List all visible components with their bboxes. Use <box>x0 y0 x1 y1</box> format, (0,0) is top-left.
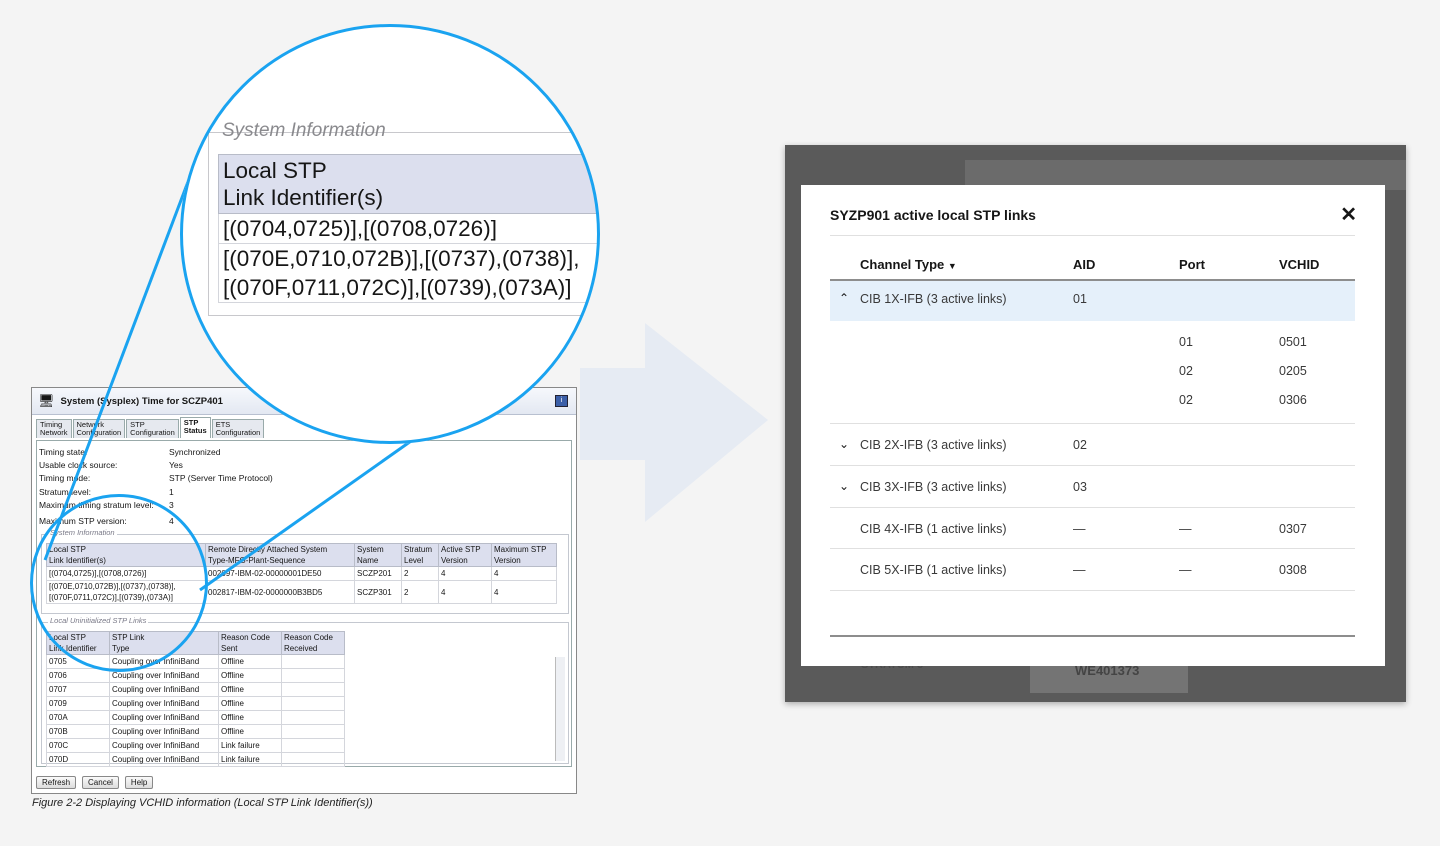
table-row[interactable]: 070A Coupling over InfiniBand Offline <box>46 710 345 725</box>
table-row[interactable]: 0707 Coupling over InfiniBand Offline <box>46 682 345 697</box>
zoom-lens-ring <box>180 24 600 444</box>
table-row[interactable]: 0709 Coupling over InfiniBand Offline <box>46 696 345 711</box>
figure-caption: Figure 2-2 Displaying VCHID information … <box>32 797 373 809</box>
table-row[interactable]: 070D Coupling over InfiniBand Link failure <box>46 752 345 767</box>
help-button[interactable]: Help <box>124 776 154 789</box>
status-row: Timing mode: STP (Server Time Protocol) <box>39 473 273 483</box>
table-row[interactable]: 070B Coupling over InfiniBand Offline <box>46 724 345 739</box>
status-row: Timing state: Synchronized <box>39 447 221 457</box>
chevron-down-icon[interactable]: ⌄ <box>839 437 849 451</box>
tab-stp-configuration[interactable]: STP Configuration <box>126 419 179 438</box>
tab-network-configuration[interactable]: Network Configuration <box>72 419 126 438</box>
chevron-down-icon[interactable]: ⌄ <box>839 479 849 493</box>
status-row: Usable clock source: Yes <box>39 460 183 470</box>
child-row: 02 0205 <box>1179 364 1307 378</box>
chevron-up-icon[interactable]: ⌃ <box>839 291 849 305</box>
caret-down-icon: ▼ <box>947 261 957 271</box>
table-header: Channel Type ▼ AID Port VCHID <box>830 251 1355 281</box>
legacy-button-bar: Refresh Cancel Help <box>36 776 154 789</box>
expandable-row[interactable]: ⌃ CIB 1X-IFB (3 active links) 01 <box>830 281 1355 321</box>
vertical-scrollbar[interactable] <box>555 657 565 761</box>
zoom-source-ring <box>30 494 208 672</box>
child-row: 02 0306 <box>1179 393 1307 407</box>
table-row[interactable]: 070C Coupling over InfiniBand Link failure <box>46 738 345 753</box>
expandable-row[interactable]: ⌄ CIB 3X-IFB (3 active links) 03 <box>830 467 1355 507</box>
sort-channel-type[interactable]: Channel Type ▼ <box>860 257 957 272</box>
expandable-row[interactable]: ⌄ CIB 2X-IFB (3 active links) 02 <box>830 425 1355 465</box>
close-icon[interactable]: ✕ <box>1340 202 1357 227</box>
active-links-dialog: SYZP901 active local STP links ✕ Channel… <box>801 185 1385 666</box>
cancel-button[interactable]: Cancel <box>82 776 119 789</box>
table-row[interactable]: CIB 5X-IFB (1 active links) — — 0308 <box>830 550 1355 590</box>
child-row: 01 0501 <box>1179 335 1307 349</box>
system-icon: 🖥 <box>38 393 55 408</box>
refresh-button[interactable]: Refresh <box>36 776 77 789</box>
tab-timing-network[interactable]: Timing Network <box>36 419 72 438</box>
table-row[interactable]: CIB 4X-IFB (1 active links) — — 0307 <box>830 509 1355 549</box>
table-row[interactable]: 0706 Coupling over InfiniBand Offline <box>46 668 345 683</box>
dialog-title: SYZP901 active local STP links <box>830 207 1036 223</box>
